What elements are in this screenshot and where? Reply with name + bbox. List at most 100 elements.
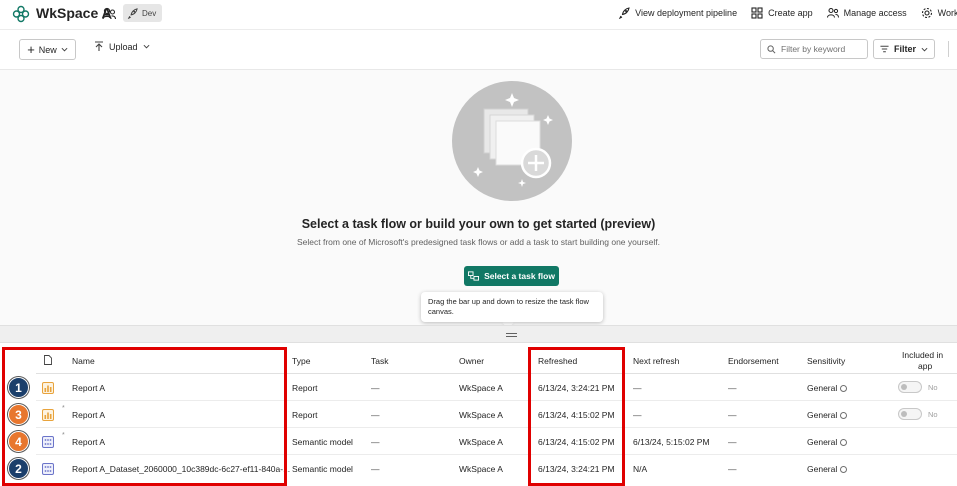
- column-header-name[interactable]: Name: [72, 356, 95, 366]
- view-deployment-pipeline-button[interactable]: View deployment pipeline: [618, 7, 737, 19]
- table-row[interactable]: 2 Report A_Dataset_2060000_10c389dc-6c27…: [0, 455, 957, 482]
- item-owner: WkSpace A: [459, 383, 503, 393]
- row-number-badge: 4: [8, 431, 29, 452]
- workspace-title: WkSpace A: [36, 5, 112, 21]
- task-flow-illustration: [452, 81, 572, 201]
- filter-by-keyword-input[interactable]: Filter by keyword: [760, 39, 868, 59]
- gear-icon: [921, 7, 932, 19]
- stage-badge-label: Dev: [142, 8, 157, 18]
- app-grid-icon: [751, 7, 763, 19]
- info-icon[interactable]: [840, 412, 848, 419]
- manage-access-label: Manage access: [843, 8, 907, 18]
- select-task-flow-button[interactable]: Select a task flow: [464, 266, 559, 286]
- select-task-flow-label: Select a task flow: [484, 271, 555, 281]
- toggle-state-label: No: [928, 410, 938, 419]
- workspace-settings-button[interactable]: Works: [921, 7, 957, 19]
- item-sensitivity[interactable]: General: [807, 410, 848, 420]
- workspace-identity-icon[interactable]: [102, 7, 116, 21]
- canvas-resize-bar[interactable]: [0, 325, 957, 343]
- item-next-refresh: —: [633, 410, 642, 420]
- filter-button-label: Filter: [893, 44, 916, 54]
- item-name[interactable]: Report A: [72, 437, 105, 447]
- filter-placeholder: Filter by keyword: [781, 44, 846, 54]
- sensitivity-label: General: [807, 383, 838, 393]
- stage-badge[interactable]: Dev: [123, 4, 163, 22]
- item-sensitivity[interactable]: General: [807, 464, 848, 474]
- item-type: Report: [292, 383, 318, 393]
- included-in-app-toggle[interactable]: [898, 408, 922, 420]
- column-header-task[interactable]: Task: [371, 356, 388, 366]
- item-owner: WkSpace A: [459, 410, 503, 420]
- toolbar-divider: [948, 41, 949, 57]
- rocket-icon: [619, 7, 630, 19]
- top-bar: WkSpace A Dev View deployment pipeline C…: [0, 0, 957, 30]
- filter-lines-icon: [880, 45, 889, 53]
- table-row[interactable]: 4 * Report A Semantic model — WkSpace A …: [0, 428, 957, 455]
- item-name[interactable]: Report A: [72, 383, 105, 393]
- drag-handle-icon[interactable]: [506, 333, 517, 337]
- row-number-badge: 3: [8, 404, 29, 425]
- workspace-items-table: Name Type Task Owner Refreshed Next refr…: [0, 344, 957, 486]
- info-icon[interactable]: [840, 439, 848, 446]
- modified-indicator-icon: *: [62, 405, 65, 412]
- column-header-owner[interactable]: Owner: [459, 356, 484, 366]
- item-next-refresh: 6/13/24, 5:15:02 PM: [633, 437, 710, 447]
- info-icon[interactable]: [840, 385, 848, 392]
- table-row[interactable]: 3 * Report A Report — WkSpace A 6/13/24,…: [0, 401, 957, 428]
- item-type: Report: [292, 410, 318, 420]
- item-owner: WkSpace A: [459, 464, 503, 474]
- toggle-state-label: No: [928, 383, 938, 392]
- sensitivity-label: General: [807, 437, 838, 447]
- item-name[interactable]: Report A_Dataset_2060000_10c389dc-6c27-e…: [72, 464, 290, 474]
- file-type-icon: [44, 355, 52, 365]
- column-header-included-in-app-line2: app: [918, 361, 933, 371]
- item-type: Semantic model: [292, 437, 353, 447]
- included-in-app-toggle[interactable]: [898, 381, 922, 393]
- item-refreshed: 6/13/24, 4:15:02 PM: [538, 437, 615, 447]
- item-owner: WkSpace A: [459, 437, 503, 447]
- column-header-endorsement[interactable]: Endorsement: [728, 356, 779, 366]
- column-header-included-in-app[interactable]: Included in: [902, 350, 943, 360]
- workspace-logo-icon: [12, 5, 30, 23]
- item-task: —: [371, 383, 380, 393]
- item-type: Semantic model: [292, 464, 353, 474]
- chevron-down-icon: [143, 44, 149, 49]
- column-header-next-refresh[interactable]: Next refresh: [633, 356, 679, 366]
- filter-button[interactable]: Filter: [873, 39, 935, 59]
- column-header-refreshed[interactable]: Refreshed: [538, 356, 577, 366]
- create-app-button[interactable]: Create app: [751, 7, 813, 19]
- report-icon: [42, 382, 54, 394]
- item-name[interactable]: Report A: [72, 410, 105, 420]
- column-header-sensitivity[interactable]: Sensitivity: [807, 356, 845, 366]
- row-number-badge: 1: [8, 377, 29, 398]
- item-endorsement: —: [728, 410, 737, 420]
- task-flow-canvas: Select a task flow or build your own to …: [0, 70, 957, 329]
- rocket-icon: [127, 7, 138, 19]
- view-deployment-pipeline-label: View deployment pipeline: [635, 8, 738, 18]
- column-header-type[interactable]: Type: [292, 356, 310, 366]
- item-endorsement: —: [728, 437, 737, 447]
- table-row[interactable]: 1 Report A Report — WkSpace A 6/13/24, 3…: [0, 374, 957, 401]
- info-icon[interactable]: [840, 466, 848, 473]
- item-task: —: [371, 464, 380, 474]
- item-next-refresh: —: [633, 383, 642, 393]
- task-flow-icon: [468, 271, 480, 281]
- item-refreshed: 6/13/24, 3:24:21 PM: [538, 383, 615, 393]
- plus-icon: +: [27, 42, 35, 57]
- people-icon: [826, 7, 839, 18]
- sensitivity-label: General: [807, 410, 838, 420]
- canvas-subtitle: Select from one of Microsoft's predesign…: [296, 237, 661, 247]
- row-number-badge: 2: [8, 458, 29, 479]
- item-sensitivity[interactable]: General: [807, 383, 848, 393]
- chevron-down-icon: [61, 47, 68, 52]
- upload-icon: [95, 41, 103, 51]
- upload-button[interactable]: Upload: [94, 41, 150, 52]
- item-next-refresh: N/A: [633, 464, 648, 474]
- new-button[interactable]: + New: [19, 39, 76, 60]
- item-refreshed: 6/13/24, 4:15:02 PM: [538, 410, 615, 420]
- new-button-label: New: [38, 44, 57, 55]
- manage-access-button[interactable]: Manage access: [826, 7, 907, 19]
- workspace-settings-label: Works: [937, 8, 957, 18]
- create-app-label: Create app: [768, 8, 813, 18]
- item-sensitivity[interactable]: General: [807, 437, 848, 447]
